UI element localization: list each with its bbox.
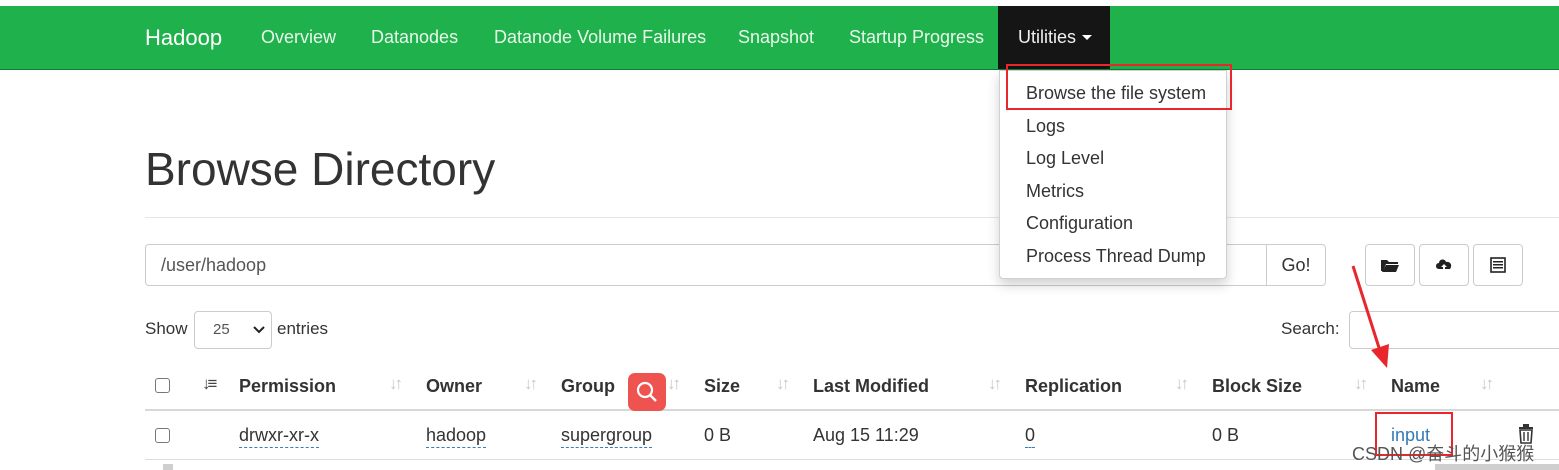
red-arrow-annotation [1351,265,1389,368]
search-label: Search: [1281,319,1340,338]
col-block-size[interactable]: Block Size [1212,376,1302,397]
nav-datanodes[interactable]: Datanodes [371,6,458,69]
upload-button[interactable] [1419,244,1469,286]
divider [145,217,1559,218]
nav-overview[interactable]: Overview [261,6,336,69]
list-icon [1490,257,1506,273]
col-replication[interactable]: Replication [1025,376,1122,397]
menu-logs[interactable]: Logs [1026,116,1065,137]
entries-select-value: 25 [213,321,230,338]
sort-icon[interactable]: ↓↑ [776,374,790,394]
sort-asc-icon[interactable]: ↓≡ [202,374,218,394]
entries-label: entries [277,319,329,338]
search-icon [636,381,657,402]
top-navbar: Hadoop Overview Datanodes Datanode Volum… [0,6,1559,70]
cell-last-modified: Aug 15 11:29 [813,425,919,445]
chevron-down-icon [253,326,265,334]
page-title: Browse Directory [145,143,496,195]
sort-icon[interactable]: ↓↑ [389,374,403,394]
cell-group[interactable]: supergroup [561,425,653,448]
col-group[interactable]: Group [561,376,615,397]
col-permission[interactable]: Permission [239,376,336,397]
col-size[interactable]: Size [704,376,740,397]
sort-icon[interactable]: ↓↑ [1175,374,1189,394]
search-overlay-icon[interactable] [628,373,666,411]
sort-icon[interactable]: ↓↑ [1354,374,1368,394]
menu-metrics[interactable]: Metrics [1026,181,1084,202]
cell-block-size: 0 B [1212,425,1240,445]
row-divider [145,459,1559,460]
go-button[interactable]: Go! [1266,244,1326,286]
nav-utilities[interactable]: Utilities [998,6,1110,69]
menu-process-thread-dump[interactable]: Process Thread Dump [1026,246,1206,267]
show-label: Show [145,319,188,338]
scrollbar-thumb[interactable] [163,464,173,470]
nav-datanode-volume-failures[interactable]: Datanode Volume Failures [494,6,706,69]
brand-link[interactable]: Hadoop [145,6,222,69]
cell-size: 0 B [704,425,732,445]
header-divider [145,409,1559,411]
sort-icon[interactable]: ↓↑ [524,374,538,394]
highlight-browse-file-system [1006,64,1232,110]
menu-log-level[interactable]: Log Level [1026,148,1104,169]
col-owner[interactable]: Owner [426,376,482,397]
select-all-checkbox[interactable] [155,378,170,393]
cut-paste-button[interactable] [1473,244,1523,286]
nav-startup-progress[interactable]: Startup Progress [849,6,984,69]
entries-per-page-select[interactable]: 25 [194,311,272,349]
col-name[interactable]: Name [1391,376,1440,397]
cloud-upload-icon [1436,259,1452,272]
cell-replication[interactable]: 0 [1025,425,1036,448]
nav-utilities-label: Utilities [1018,27,1077,47]
sort-icon[interactable]: ↓↑ [988,374,1002,394]
cell-owner[interactable]: hadoop [426,425,487,448]
watermark-text: CSDN @奋斗的小猴猴 [1352,444,1535,464]
nav-snapshot[interactable]: Snapshot [738,6,814,69]
sort-icon[interactable]: ↓↑ [667,374,681,394]
menu-configuration[interactable]: Configuration [1026,213,1133,234]
sort-icon[interactable]: ↓↑ [1480,374,1494,394]
col-last-modified[interactable]: Last Modified [813,376,929,397]
cell-permission[interactable]: drwxr-xr-x [239,425,319,448]
row-checkbox[interactable] [155,428,170,443]
caret-down-icon [1082,35,1093,40]
